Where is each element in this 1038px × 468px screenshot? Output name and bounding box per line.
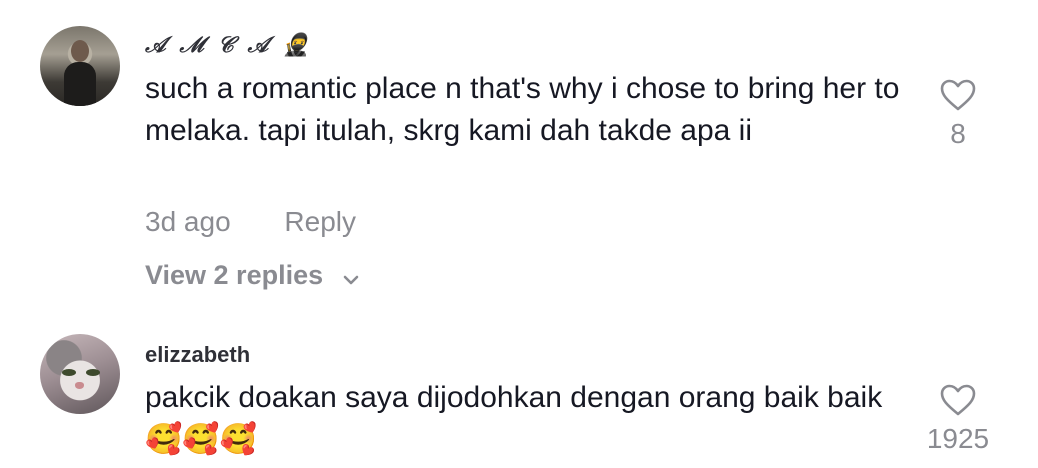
- avatar-eye: [62, 369, 76, 376]
- avatar[interactable]: [40, 334, 120, 414]
- comment-text: pakcik doakan saya dijodohkan dengan ora…: [145, 381, 883, 456]
- comment-list: 𝒜 ℳ 𝒞 𝒜 🥷 such a romantic place n that's…: [0, 0, 1038, 468]
- like-button[interactable]: 1925: [913, 383, 1003, 455]
- heart-outline-icon: [913, 78, 1003, 112]
- comment-meta: 3d ago Reply: [145, 206, 356, 238]
- comment-text: such a romantic place n that's why i cho…: [145, 72, 900, 147]
- chevron-down-icon: [343, 261, 359, 292]
- avatar-head: [71, 40, 89, 62]
- comment-username[interactable]: elizzabeth: [145, 342, 250, 368]
- like-count: 8: [950, 118, 966, 149]
- view-replies-label: View 2 replies: [145, 260, 324, 290]
- like-count: 1925: [926, 423, 990, 454]
- avatar-figure: [64, 62, 96, 106]
- comment-username[interactable]: 𝒜 ℳ 𝒞 𝒜 🥷: [145, 32, 312, 58]
- avatar-eye: [86, 369, 100, 376]
- like-button[interactable]: 8: [913, 78, 1003, 150]
- comment-timestamp: 3d ago: [145, 206, 231, 237]
- reply-button[interactable]: Reply: [284, 206, 356, 237]
- view-replies-button[interactable]: View 2 replies: [145, 260, 359, 292]
- avatar[interactable]: [40, 26, 120, 106]
- heart-outline-icon: [913, 383, 1003, 417]
- avatar-nose: [75, 382, 84, 389]
